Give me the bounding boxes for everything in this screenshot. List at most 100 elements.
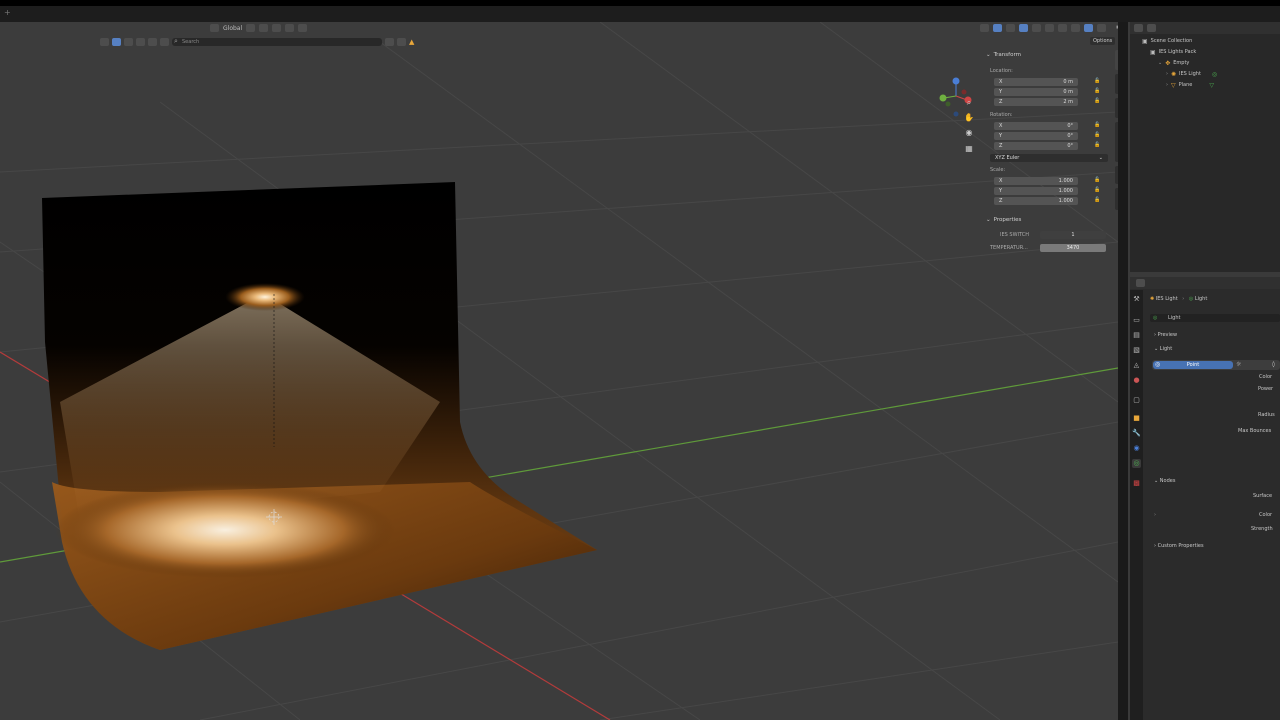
strength-label: Strength — [1251, 526, 1273, 532]
select-mode-2-icon[interactable] — [124, 37, 133, 46]
lock-icon[interactable]: 🔓 — [1094, 88, 1100, 94]
scale-x-field[interactable]: X 1.000 — [994, 177, 1078, 185]
warning-icon[interactable]: ▲ — [409, 38, 414, 46]
3d-viewport[interactable]: ⌕ ✋ ◉ ▦ — [0, 22, 1118, 720]
pivot-icon[interactable] — [246, 24, 256, 32]
temperature-field[interactable]: 3470 — [1040, 244, 1106, 252]
lock-icon[interactable]: 🔓 — [1094, 98, 1100, 104]
wireframe-shading-icon[interactable] — [1045, 24, 1054, 32]
outliner-row-empty[interactable]: ⌄ ✥ Empty — [1158, 58, 1189, 68]
orientation-icon[interactable] — [210, 24, 219, 32]
plus-icon[interactable]: + — [4, 8, 11, 17]
lock-icon[interactable]: 🔓 — [1094, 177, 1100, 183]
funnel-filter-icon[interactable] — [397, 37, 406, 46]
chevron-right-icon[interactable]: › — [1166, 82, 1168, 88]
ies-switch-field[interactable]: 1 — [1040, 231, 1106, 239]
lock-icon[interactable]: 🔓 — [1094, 142, 1100, 148]
lock-icon[interactable]: 🔓 — [1094, 132, 1100, 138]
world-tab-icon[interactable]: ● — [1132, 376, 1141, 385]
area-divider[interactable] — [1118, 22, 1128, 720]
physics-tab-icon[interactable]: ◉ — [1132, 444, 1141, 453]
location-z-field[interactable]: Z 2 m — [994, 98, 1078, 106]
nodes-panel-header[interactable]: ⌄ Nodes — [1154, 478, 1175, 484]
outliner-row-ies-light[interactable]: › ✺ IES Light ◎ — [1166, 69, 1217, 79]
chevron-right-icon[interactable]: › — [1166, 71, 1168, 77]
editor-type-icon[interactable] — [1134, 24, 1143, 32]
select-mode-5-icon[interactable] — [160, 37, 169, 46]
filter-toggle-icon[interactable] — [100, 37, 109, 46]
mesh-data-icon[interactable]: ▽ — [1209, 82, 1214, 89]
properties-panel-header[interactable]: ⌄ Properties — [986, 215, 1112, 224]
light-panel-header[interactable]: ⌄ Light — [1154, 346, 1172, 352]
render-tab-icon[interactable]: ▭ — [1132, 316, 1141, 325]
rendered-shading-icon[interactable] — [1084, 24, 1093, 32]
visibility-icon[interactable] — [980, 24, 989, 32]
texture-tab-icon[interactable]: ▩ — [1132, 479, 1141, 488]
transform-orientation-select[interactable]: Global — [223, 25, 242, 32]
snap-icon[interactable] — [259, 24, 269, 32]
chevron-down-icon[interactable]: ⌄ — [1158, 60, 1162, 66]
modifier-tab-icon[interactable]: 🔧 — [1132, 429, 1141, 438]
gizmo-dropdown-icon[interactable] — [1006, 24, 1015, 32]
lock-icon[interactable]: 🔓 — [1094, 197, 1100, 203]
select-mode-3-icon[interactable] — [136, 37, 145, 46]
grid-view-icon[interactable]: ▦ — [964, 144, 974, 154]
datablock-selector[interactable]: ◎ Light — [1150, 314, 1280, 322]
transform-panel-header[interactable]: ⌄ Transform — [986, 50, 1112, 59]
object-tab-icon[interactable]: ■ — [1132, 414, 1141, 423]
scene-tab-icon[interactable]: ◬ — [1132, 361, 1141, 370]
scale-y-field[interactable]: Y 1.000 — [994, 187, 1078, 195]
spot-light-icon[interactable]: ◊ — [1272, 361, 1275, 368]
xray-icon[interactable] — [1032, 24, 1041, 32]
light-data-icon[interactable]: ◎ — [1212, 71, 1217, 78]
lock-icon[interactable]: 🔓 — [1094, 187, 1100, 193]
outliner-row-label: Empty — [1173, 60, 1190, 66]
lock-icon[interactable]: 🔓 — [1094, 122, 1100, 128]
material-shading-icon[interactable] — [1071, 24, 1080, 32]
options-button[interactable]: Options — [1090, 37, 1116, 45]
shading-dropdown-icon[interactable] — [1097, 24, 1106, 32]
preview-panel-header[interactable]: › Preview — [1154, 332, 1177, 338]
falloff-icon[interactable] — [298, 24, 308, 32]
preview-label: Preview — [1157, 332, 1178, 338]
node-color-label: Color — [1259, 512, 1273, 518]
collection-tab-icon[interactable]: ▢ — [1132, 396, 1141, 405]
lock-icon[interactable]: 🔓 — [1094, 78, 1100, 84]
display-mode-icon[interactable] — [1147, 24, 1156, 32]
list-view-icon[interactable] — [385, 37, 394, 46]
rotation-mode-select[interactable]: XYZ Euler ⌄ — [990, 154, 1108, 162]
light-type-point-button[interactable]: Point — [1153, 361, 1233, 369]
overlay-toggle-icon[interactable] — [1019, 24, 1028, 32]
select-mode-4-icon[interactable] — [148, 37, 157, 46]
chevron-right-icon[interactable]: › — [1154, 512, 1156, 518]
outliner-row-scene-collection[interactable]: ▣ Scene Collection — [1142, 36, 1192, 46]
view-layer-tab-icon[interactable]: ▧ — [1132, 346, 1141, 355]
light-label: Light — [1159, 346, 1173, 352]
gizmo-toggle-icon[interactable] — [993, 24, 1002, 32]
solid-shading-icon[interactable] — [1058, 24, 1067, 32]
snap-target-icon[interactable] — [272, 24, 282, 32]
outliner-row-ies-lights-pack[interactable]: ▣ IES Lights Pack — [1150, 47, 1196, 57]
camera-icon[interactable]: ◉ — [964, 128, 974, 138]
custom-properties-panel-header[interactable]: › Custom Properties — [1154, 543, 1204, 549]
rotation-z-field[interactable]: Z 0° — [994, 142, 1078, 150]
location-x-field[interactable]: X 0 m — [994, 78, 1078, 86]
editor-type-icon[interactable] — [1136, 279, 1145, 287]
rotation-x-field[interactable]: X 0° — [994, 122, 1078, 130]
custom-properties-label: Custom Properties — [1157, 543, 1204, 549]
tool-tab-icon[interactable]: ⚒ — [1132, 295, 1141, 304]
search-input[interactable]: Search — [172, 37, 382, 46]
rotation-y-field[interactable]: Y 0° — [994, 132, 1078, 140]
collection-icon: ▣ — [1150, 48, 1156, 56]
outliner-row-plane[interactable]: › ▽ Plane ▽ — [1166, 80, 1214, 90]
sun-light-icon[interactable]: ☼ — [1236, 361, 1241, 368]
output-tab-icon[interactable]: ▤ — [1132, 331, 1141, 340]
location-y-field[interactable]: Y 0 m — [994, 88, 1078, 96]
hand-pan-icon[interactable]: ✋ — [964, 113, 974, 123]
select-mode-icon[interactable] — [112, 37, 121, 46]
light-data-tab-icon[interactable]: ◎ — [1132, 459, 1141, 468]
proportional-edit-icon[interactable] — [285, 24, 295, 32]
radius-label: Radius — [1258, 412, 1275, 418]
scale-z-field[interactable]: Z 1.000 — [994, 197, 1078, 205]
zoom-icon[interactable]: ⌕ — [964, 98, 974, 108]
